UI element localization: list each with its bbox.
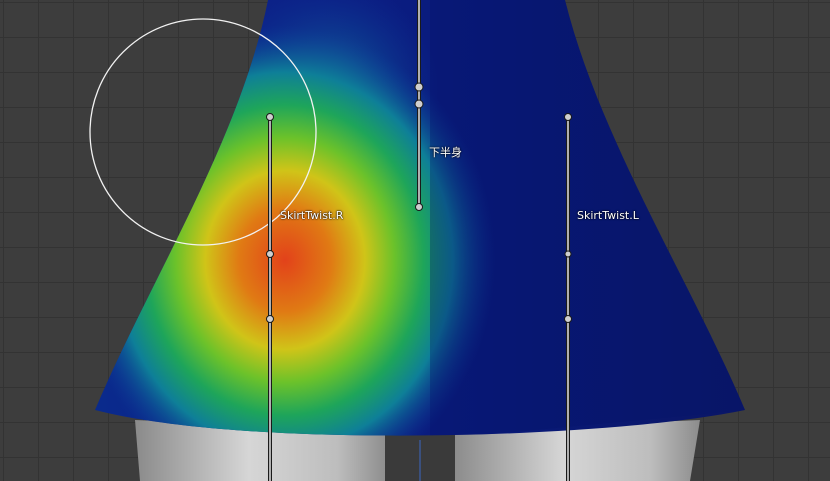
bone-label-skirt-twist-l: SkirtTwist.L: [577, 209, 639, 222]
bone-label-skirt-twist-r: SkirtTwist.R: [280, 209, 344, 222]
skirt-mesh-weight-paint[interactable]: [75, 0, 745, 481]
bone-label-lower-body: 下半身: [429, 146, 462, 159]
3d-viewport[interactable]: 下半身 SkirtTwist.R SkirtTwist.L: [0, 0, 830, 481]
